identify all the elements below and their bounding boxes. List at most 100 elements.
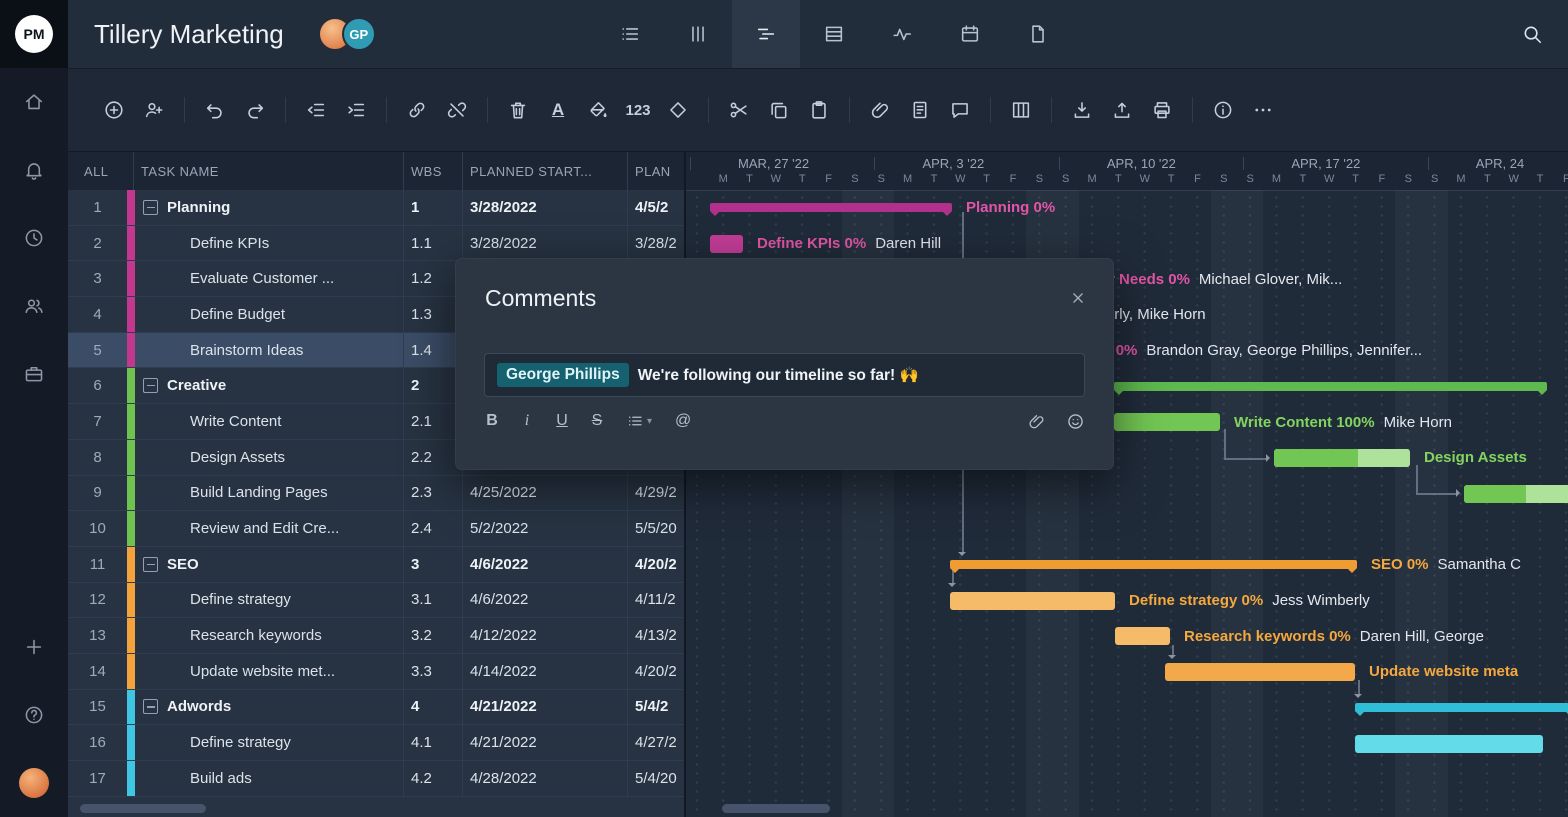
collapse-icon[interactable] [143,200,158,215]
view-tab-activity[interactable] [868,0,936,68]
toolbar-more-button[interactable] [1243,90,1283,130]
task-name-cell[interactable]: Planning [143,190,402,225]
toolbar-undo-button[interactable] [195,90,235,130]
task-name-cell[interactable]: Design Assets [190,440,402,475]
collapse-icon[interactable] [143,699,158,714]
toolbar-copy-button[interactable] [759,90,799,130]
task-bar[interactable] [1464,485,1568,503]
task-bar[interactable] [1274,449,1410,467]
user-avatar[interactable] [19,768,49,798]
horizontal-scrollbar-thumb[interactable] [722,804,830,813]
task-name-cell[interactable]: Define strategy [190,583,402,618]
collapse-icon[interactable] [143,557,158,572]
task-name-cell[interactable]: SEO [143,547,402,582]
task-name-cell[interactable]: Define strategy [190,725,402,760]
sidebar-help-button[interactable] [0,681,68,749]
toolbar-font-color-button[interactable]: A [538,90,578,130]
task-row[interactable]: 12Define strategy3.14/6/20224/11/2 [68,583,684,619]
task-row[interactable]: 1Planning13/28/20224/5/2 [68,190,684,226]
toolbar-milestone-button[interactable] [658,90,698,130]
toolbar-redo-button[interactable] [235,90,275,130]
task-name-cell[interactable]: Research keywords [190,618,402,653]
task-bar[interactable] [950,592,1115,610]
sidebar-briefcase-button[interactable] [0,340,68,408]
task-row[interactable]: 9Build Landing Pages2.34/25/20224/29/2 [68,476,684,512]
toolbar-outdent-button[interactable] [296,90,336,130]
task-bar[interactable] [1355,735,1543,753]
task-row[interactable]: 16Define strategy4.14/21/20224/27/2 [68,725,684,761]
strikethrough-button[interactable]: S [591,412,603,430]
view-tab-sheet[interactable] [800,0,868,68]
app-logo[interactable]: PM [0,0,68,68]
view-tab-calendar[interactable] [936,0,1004,68]
task-bar[interactable] [1115,627,1170,645]
close-button[interactable] [1065,285,1091,311]
view-tab-doc[interactable] [1004,0,1072,68]
toolbar-link-button[interactable] [397,90,437,130]
task-row[interactable]: 17Build ads4.24/28/20225/4/20 [68,761,684,797]
toolbar-info-button[interactable] [1203,90,1243,130]
task-name-cell[interactable]: Review and Edit Cre... [190,511,402,546]
task-row[interactable]: 14Update website met...3.34/14/20224/20/… [68,654,684,690]
mention-chip[interactable]: George Phillips [497,363,629,387]
task-name-cell[interactable]: Brainstorm Ideas [190,333,402,368]
task-bar[interactable] [1165,663,1355,681]
project-members[interactable]: GP [318,17,376,51]
comment-input[interactable]: George Phillips We're following our time… [484,353,1085,397]
search-button[interactable] [1512,14,1552,54]
task-row[interactable]: 10Review and Edit Cre...2.45/2/20225/5/2… [68,511,684,547]
underline-button[interactable]: U [556,412,568,430]
view-tab-gantt[interactable] [732,0,800,68]
toolbar-comment-button[interactable] [940,90,980,130]
task-name-cell[interactable]: Update website met... [190,654,402,689]
mention-button[interactable]: @ [675,412,691,430]
task-name-cell[interactable]: Build ads [190,761,402,796]
view-tab-list[interactable] [596,0,664,68]
bold-button[interactable]: B [486,412,498,430]
task-name-cell[interactable]: Write Content [190,404,402,439]
task-name-cell[interactable]: Adwords [143,690,402,725]
sidebar-users-button[interactable] [0,272,68,340]
toolbar-unlink-button[interactable] [437,90,477,130]
collapse-icon[interactable] [143,378,158,393]
toolbar-print-button[interactable] [1142,90,1182,130]
summary-bar[interactable] [950,560,1357,569]
list-format-button[interactable]: ▾ [626,412,652,430]
column-header-all[interactable]: ALL [84,152,108,190]
toolbar-cut-button[interactable] [719,90,759,130]
toolbar-paste-button[interactable] [799,90,839,130]
emoji-icon[interactable] [1066,412,1085,431]
toolbar-export-button[interactable] [1102,90,1142,130]
toolbar-fill-button[interactable] [578,90,618,130]
task-row[interactable]: 13Research keywords3.24/12/20224/13/2 [68,618,684,654]
italic-button[interactable]: i [521,412,533,430]
summary-bar[interactable] [710,203,952,212]
toolbar-trash-button[interactable] [498,90,538,130]
task-bar[interactable] [710,235,743,253]
summary-bar[interactable] [1355,703,1568,712]
member-avatar-badge[interactable]: GP [342,17,376,51]
task-row[interactable]: 2Define KPIs1.13/28/20223/28/2 [68,226,684,262]
toolbar-numbers-button[interactable]: 123 [618,90,658,130]
summary-bar[interactable] [1114,382,1547,391]
sidebar-bell-button[interactable] [0,136,68,204]
task-bar[interactable] [1114,413,1220,431]
view-tab-board[interactable] [664,0,732,68]
task-name-cell[interactable]: Define KPIs [190,226,402,261]
sidebar-home-button[interactable] [0,68,68,136]
sidebar-plus-button[interactable] [0,613,68,681]
task-row[interactable]: 11SEO34/6/20224/20/2 [68,547,684,583]
task-name-cell[interactable]: Evaluate Customer ... [190,261,402,296]
toolbar-import-button[interactable] [1062,90,1102,130]
task-name-cell[interactable]: Build Landing Pages [190,476,402,511]
toolbar-notes-button[interactable] [900,90,940,130]
sidebar-clock-button[interactable] [0,204,68,272]
toolbar-add-task-button[interactable] [94,90,134,130]
toolbar-attach-button[interactable] [860,90,900,130]
task-name-cell[interactable]: Creative [143,368,402,403]
toolbar-columns-button[interactable] [1001,90,1041,130]
attach-icon[interactable] [1027,412,1046,431]
task-name-cell[interactable]: Define Budget [190,297,402,332]
toolbar-add-user-button[interactable] [134,90,174,130]
toolbar-indent-button[interactable] [336,90,376,130]
